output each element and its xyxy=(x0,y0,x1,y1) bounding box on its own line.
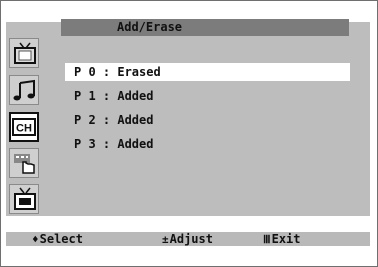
music-note-icon[interactable] xyxy=(9,75,39,105)
exit-hint: ⅢExit xyxy=(263,232,301,246)
menu-sidebar: CH xyxy=(6,22,42,214)
menu-title: Add/Erase xyxy=(117,20,183,34)
updown-arrow-icon: ♦ xyxy=(32,233,39,246)
setup-hand-icon[interactable] xyxy=(9,148,39,178)
program-row-0[interactable]: P 0 : Erased xyxy=(65,63,350,81)
adjust-hint: ±Adjust xyxy=(162,232,213,246)
program-row-3[interactable]: P 3 : Added xyxy=(65,135,350,153)
plus-minus-icon: ± xyxy=(162,233,169,246)
adjust-hint-label: Adjust xyxy=(169,232,213,246)
tv-picture-icon[interactable] xyxy=(9,38,39,68)
tv-screen-frame: CH Add/Erase P 0: Erased P 1: Added P … xyxy=(0,0,378,267)
channel-icon-label: CH xyxy=(16,123,32,135)
exit-hint-label: Exit xyxy=(271,232,301,246)
channel-icon[interactable]: CH xyxy=(9,112,39,142)
menu-title-bar xyxy=(61,19,349,36)
program-row-1[interactable]: P 1 : Added xyxy=(65,87,350,105)
status-bar: ♦Select ±Adjust ⅢExit xyxy=(6,232,370,246)
select-hint-label: Select xyxy=(39,232,83,246)
input-source-icon[interactable] xyxy=(9,184,39,214)
program-row-2[interactable]: P 2 : Added xyxy=(65,111,350,129)
select-hint: ♦Select xyxy=(32,232,83,246)
menu-icon: Ⅲ xyxy=(263,233,271,246)
